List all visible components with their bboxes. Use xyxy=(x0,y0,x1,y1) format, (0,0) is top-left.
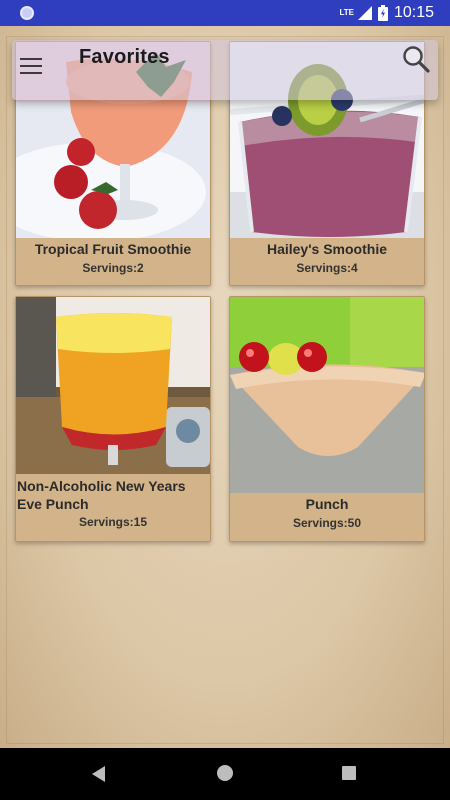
clock: 10:15 xyxy=(393,4,434,21)
battery-icon xyxy=(377,5,388,21)
navigation-bar xyxy=(0,748,450,800)
network-type: LTE xyxy=(339,8,354,17)
home-icon[interactable] xyxy=(217,765,233,781)
status-icons: LTE 10:15 xyxy=(339,3,434,23)
recipe-servings: Servings:50 xyxy=(292,516,362,530)
recipe-name: Tropical Fruit Smoothie xyxy=(34,241,192,257)
recipe-name: Punch xyxy=(305,496,349,512)
recipe-image xyxy=(16,297,210,474)
app-bar: Favorites xyxy=(12,40,438,100)
search-icon[interactable] xyxy=(402,45,430,73)
page-title: Favorites xyxy=(79,46,170,68)
menu-icon[interactable] xyxy=(20,58,42,76)
signal-icon xyxy=(357,6,372,20)
notification-icon xyxy=(20,6,34,20)
recipe-servings: Servings:4 xyxy=(296,261,358,275)
status-bar: LTE 10:15 xyxy=(0,0,450,26)
recipe-servings: Servings:15 xyxy=(78,515,148,529)
recent-apps-icon[interactable] xyxy=(342,766,356,780)
recipe-servings: Servings:2 xyxy=(82,261,144,275)
back-icon[interactable] xyxy=(92,766,105,782)
recipe-name: Non-Alcoholic New Years Eve Punch xyxy=(17,478,186,512)
recipe-card-punch[interactable]: Punch Servings:50 xyxy=(229,296,425,542)
recipe-name: Hailey's Smoothie xyxy=(266,241,388,257)
recipe-card-non-alcoholic-new-years-eve-punch[interactable]: Non-Alcoholic New Years Eve Punch Servin… xyxy=(15,296,211,542)
recipe-image xyxy=(230,297,424,493)
content-area: Favorites Tropical Fruit Smoothie Servin… xyxy=(0,26,450,748)
